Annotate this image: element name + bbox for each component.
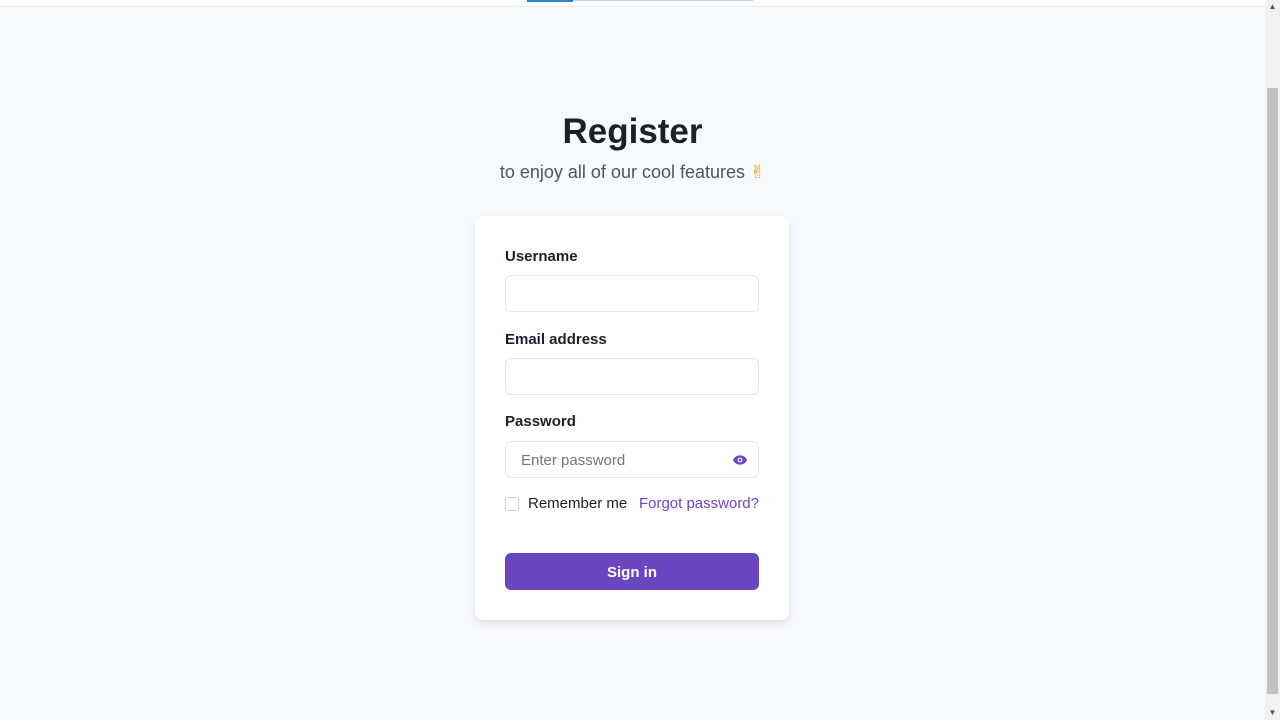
scroll-down-icon[interactable]: ▼ bbox=[1265, 706, 1280, 720]
vertical-scrollbar[interactable]: ▲ ▼ bbox=[1265, 0, 1280, 720]
victory-hand-icon: ✌ bbox=[750, 162, 766, 182]
password-field[interactable] bbox=[505, 441, 759, 479]
scroll-thumb[interactable] bbox=[1267, 88, 1278, 694]
top-nav-bar bbox=[0, 0, 1265, 7]
forgot-password-link[interactable]: Forgot password? bbox=[639, 495, 759, 512]
remember-me-label[interactable]: Remember me bbox=[528, 495, 627, 512]
sign-in-button[interactable]: Sign in bbox=[505, 553, 759, 590]
username-label: Username bbox=[505, 248, 578, 265]
password-label: Password bbox=[505, 413, 576, 430]
eye-icon[interactable] bbox=[732, 452, 748, 468]
remember-me-checkbox[interactable] bbox=[505, 497, 519, 511]
subtitle-text: to enjoy all of our cool features bbox=[499, 162, 746, 182]
scroll-up-icon[interactable]: ▲ bbox=[1265, 0, 1280, 14]
password-input[interactable] bbox=[506, 442, 733, 479]
register-card: Username Email address Password Remember… bbox=[475, 216, 789, 620]
active-tab-indicator bbox=[527, 0, 573, 2]
username-input[interactable] bbox=[505, 275, 759, 312]
page-title: Register bbox=[562, 112, 703, 151]
tab-track bbox=[573, 0, 753, 1]
email-input[interactable] bbox=[505, 358, 759, 395]
email-label: Email address bbox=[505, 331, 607, 348]
page-subtitle: to enjoy all of our cool features ✌ bbox=[0, 162, 1265, 183]
